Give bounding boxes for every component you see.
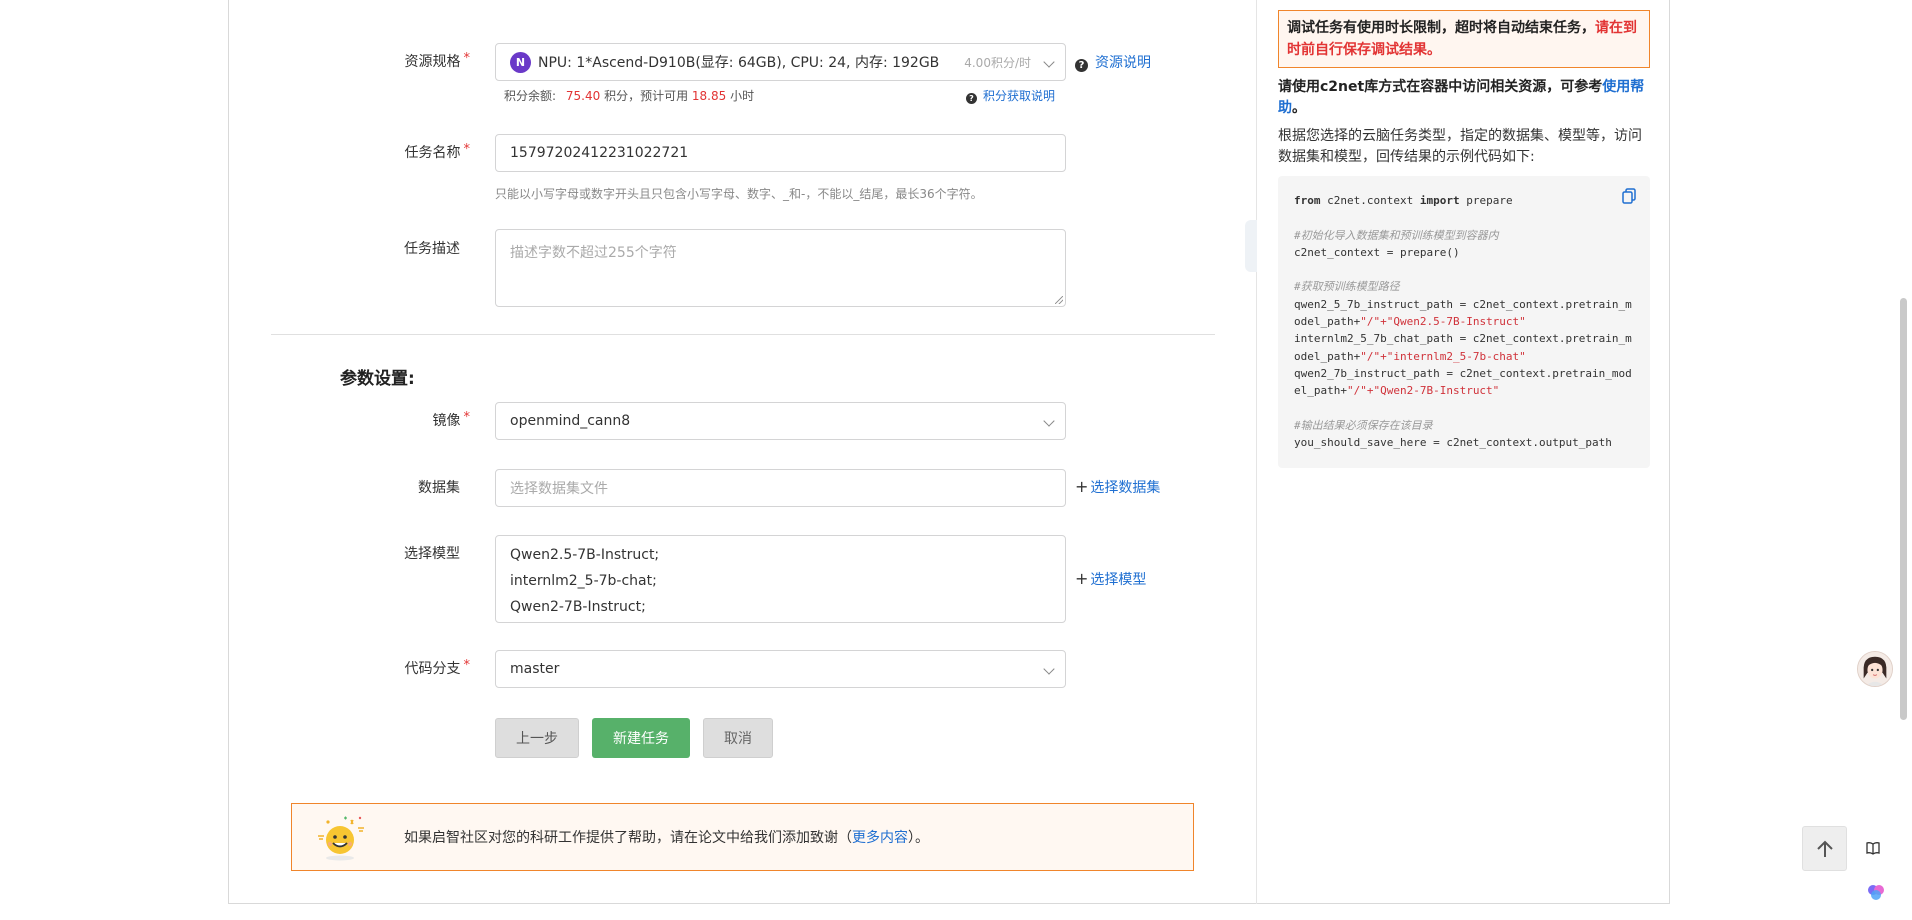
more-content-link[interactable]: 更多内容 <box>852 830 908 846</box>
task-desc-textarea[interactable]: 描述字数不超过255个字符 <box>495 229 1066 307</box>
chevron-down-icon <box>1043 56 1055 68</box>
model-label: 选择模型 <box>404 546 460 562</box>
prev-button[interactable]: 上一步 <box>495 718 579 758</box>
acknowledgement-text: 如果启智社区对您的科研工作提供了帮助，请在论文中给我们添加致谢（更多内容）。 <box>404 830 929 846</box>
copy-icon[interactable] <box>1622 188 1636 204</box>
branch-select[interactable]: master <box>495 650 1066 688</box>
select-model-link[interactable]: + 选择模型 <box>1075 569 1146 589</box>
resource-cost: 4.00积分/时 <box>964 56 1031 70</box>
model-item: internlm2_5-7b-chat; <box>510 573 657 589</box>
chevron-down-icon <box>1043 415 1055 427</box>
question-icon: ? <box>966 93 977 104</box>
image-select[interactable]: openmind_cann8 <box>495 402 1066 440</box>
book-icon[interactable] <box>1865 840 1881 856</box>
code-description: 根据您选择的云脑任务类型，指定的数据集、模型等，访问数据集和模型，回传结果的示例… <box>1278 128 1642 165</box>
resource-help-link[interactable]: ? 资源说明 <box>1075 52 1151 72</box>
section-divider <box>271 334 1215 335</box>
select-dataset-link[interactable]: + 选择数据集 <box>1075 477 1160 497</box>
plus-icon: + <box>1075 569 1089 588</box>
resource-value: NPU: 1*Ascend-D910B(显存: 64GB), CPU: 24, … <box>538 55 940 71</box>
npu-badge: N <box>510 51 531 73</box>
task-name-label: 任务名称 * <box>404 142 471 161</box>
resize-grip-icon[interactable] <box>1055 296 1063 304</box>
model-item: Qwen2-7B-Instruct; <box>510 599 646 615</box>
task-desc-label: 任务描述 <box>404 241 460 257</box>
sample-code-block: from c2net.context import prepare #初始化导入… <box>1278 176 1650 468</box>
hours-value: 18.85 <box>691 89 727 103</box>
resource-select[interactable]: N NPU: 1*Ascend-D910B(显存: 64GB), CPU: 24… <box>495 43 1066 81</box>
acknowledgement-banner: 如果启智社区对您的科研工作提供了帮助，请在论文中给我们添加致谢（更多内容）。 <box>291 803 1194 871</box>
dataset-label: 数据集 <box>418 480 460 496</box>
panel-divider <box>1256 0 1257 904</box>
points-help-link[interactable]: ? 积分获取说明 <box>966 87 1055 104</box>
params-title: 参数设置: <box>340 369 415 389</box>
page-scrollbar[interactable] <box>1900 298 1907 720</box>
cancel-button[interactable]: 取消 <box>703 718 773 758</box>
smiley-icon <box>318 816 364 861</box>
ai-assistant-icon[interactable] <box>1866 882 1886 902</box>
back-to-top-button[interactable] <box>1802 826 1847 871</box>
chevron-down-icon <box>1043 663 1055 675</box>
plus-icon: + <box>1075 477 1089 496</box>
arrow-up-icon <box>1816 840 1833 857</box>
branch-label: 代码分支 * <box>404 658 471 677</box>
image-label: 镜像 * <box>432 410 471 429</box>
model-item: Qwen2.5-7B-Instruct; <box>510 547 660 563</box>
balance-text: 积分余额: 75.40 积分，预计可用 18.85 小时 <box>504 89 755 103</box>
task-name-hint: 只能以小写字母或数字开头且只包含小写字母、数字、_和-，不能以_结尾，最长36个… <box>495 187 983 201</box>
resource-label: 资源规格 * <box>404 51 471 70</box>
task-name-input[interactable]: 15797202412231022721 <box>495 134 1066 172</box>
time-limit-warning: 调试任务有使用时长限制，超时将自动结束任务，请在到时前自行保存调试结果。 <box>1278 10 1650 68</box>
panel-collapse-handle[interactable] <box>1245 220 1257 272</box>
assistant-avatar[interactable] <box>1857 651 1893 687</box>
balance-value: 75.40 <box>565 89 601 103</box>
model-list[interactable]: Qwen2.5-7B-Instruct; internlm2_5-7b-chat… <box>495 535 1066 623</box>
question-icon: ? <box>1075 59 1088 72</box>
dataset-input[interactable]: 选择数据集文件 <box>495 469 1066 507</box>
c2net-instruction: 请使用c2net库方式在容器中访问相关资源，可参考使用帮助。 <box>1278 79 1645 116</box>
create-task-button[interactable]: 新建任务 <box>592 718 690 758</box>
